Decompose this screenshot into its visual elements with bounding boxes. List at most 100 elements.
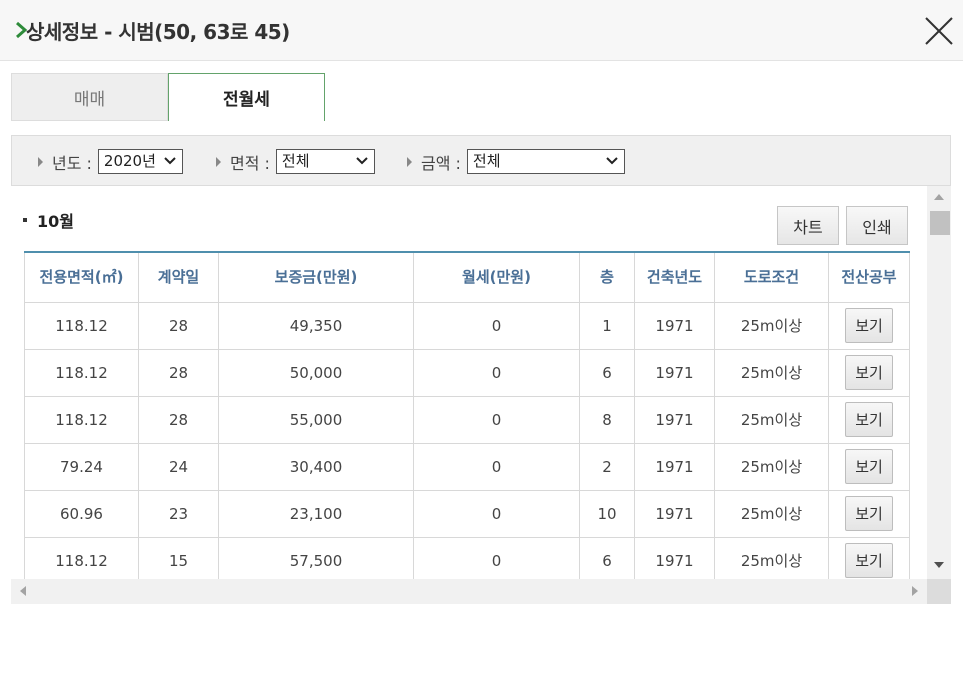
cell-registry: 보기 xyxy=(828,489,910,538)
scroll-thumb[interactable] xyxy=(930,211,950,235)
tab-rent[interactable]: 전월세 xyxy=(168,73,325,121)
cell-area: 118.12 xyxy=(24,348,139,397)
cell-registry: 보기 xyxy=(828,442,910,491)
cell-registry: 보기 xyxy=(828,536,910,579)
cell-registry: 보기 xyxy=(828,301,910,350)
cell-floor: 6 xyxy=(579,348,635,397)
cell-road: 25m이상 xyxy=(714,536,829,579)
cell-contract-day: 24 xyxy=(138,442,219,491)
cell-monthly-rent: 0 xyxy=(413,442,580,491)
month-heading: 10월 xyxy=(23,208,74,232)
view-button[interactable]: 보기 xyxy=(845,355,893,390)
table-row: 79.24 24 30,400 0 2 1971 25m이상 보기 xyxy=(24,442,910,491)
cell-floor: 6 xyxy=(579,536,635,579)
area-filter-label: 면적 : xyxy=(230,153,270,173)
year-select-value: 2020년 xyxy=(103,152,156,170)
triangle-right-icon xyxy=(38,156,43,167)
cell-floor: 8 xyxy=(579,395,635,444)
cell-road: 25m이상 xyxy=(714,348,829,397)
vertical-scrollbar[interactable] xyxy=(927,186,951,579)
cell-deposit: 57,500 xyxy=(218,536,414,579)
cell-contract-day: 23 xyxy=(138,489,219,538)
col-deposit: 보증금(만원) xyxy=(218,251,414,303)
cell-road: 25m이상 xyxy=(714,442,829,491)
col-floor: 층 xyxy=(579,251,635,303)
table-row: 118.12 15 57,500 0 6 1971 25m이상 보기 xyxy=(24,536,910,579)
cell-deposit: 55,000 xyxy=(218,395,414,444)
cell-deposit: 23,100 xyxy=(218,489,414,538)
results-panel[interactable]: 10월 차트 인쇄 전용면적(㎡) 계약일 보증금(만원) 월세(만원) 층 건… xyxy=(11,186,927,579)
cell-built-year: 1971 xyxy=(634,348,715,397)
year-filter-label: 년도 : xyxy=(52,153,92,173)
cell-floor: 2 xyxy=(579,442,635,491)
cell-area: 118.12 xyxy=(24,395,139,444)
cell-area: 79.24 xyxy=(24,442,139,491)
view-button[interactable]: 보기 xyxy=(845,308,893,343)
transaction-table: 전용면적(㎡) 계약일 보증금(만원) 월세(만원) 층 건축년도 도로조건 전… xyxy=(24,251,910,579)
cell-built-year: 1971 xyxy=(634,489,715,538)
area-select-value: 전체 xyxy=(281,152,310,170)
dialog-header: 상세정보 - 시범(50, 63로 45) xyxy=(0,0,963,61)
cell-monthly-rent: 0 xyxy=(413,301,580,350)
cell-monthly-rent: 0 xyxy=(413,489,580,538)
cell-deposit: 50,000 xyxy=(218,348,414,397)
col-monthly-rent: 월세(만원) xyxy=(413,251,580,303)
cell-monthly-rent: 0 xyxy=(413,348,580,397)
cell-registry: 보기 xyxy=(828,395,910,444)
cell-contract-day: 15 xyxy=(138,536,219,579)
cell-area: 118.12 xyxy=(24,536,139,579)
scroll-up-icon[interactable] xyxy=(934,194,944,200)
scroll-right-icon[interactable] xyxy=(912,586,918,596)
print-button[interactable]: 인쇄 xyxy=(846,206,908,245)
cell-deposit: 30,400 xyxy=(218,442,414,491)
col-built-year: 건축년도 xyxy=(634,251,715,303)
area-filter: 면적 : 전체 xyxy=(216,149,375,174)
year-select[interactable]: 2020년 xyxy=(97,149,183,174)
dialog-title: 상세정보 - 시범(50, 63로 45) xyxy=(26,20,290,44)
triangle-right-icon xyxy=(216,156,221,167)
cell-road: 25m이상 xyxy=(714,395,829,444)
cell-area: 118.12 xyxy=(24,301,139,350)
filter-bar: 년도 : 2020년 면적 : 전체 금액 : 전체 xyxy=(11,135,951,186)
triangle-right-icon xyxy=(407,156,412,167)
horizontal-scrollbar[interactable] xyxy=(11,579,927,604)
cell-floor: 10 xyxy=(579,489,635,538)
view-button[interactable]: 보기 xyxy=(845,449,893,484)
cell-deposit: 49,350 xyxy=(218,301,414,350)
view-button[interactable]: 보기 xyxy=(845,543,893,578)
cell-registry: 보기 xyxy=(828,348,910,397)
cell-area: 60.96 xyxy=(24,489,139,538)
cell-contract-day: 28 xyxy=(138,348,219,397)
month-label: 10월 xyxy=(37,212,74,231)
view-button[interactable]: 보기 xyxy=(845,496,893,531)
cell-monthly-rent: 0 xyxy=(413,536,580,579)
col-registry: 전산공부 xyxy=(828,251,910,303)
close-icon[interactable] xyxy=(922,14,956,48)
cell-built-year: 1971 xyxy=(634,301,715,350)
chart-button[interactable]: 차트 xyxy=(777,206,839,245)
cell-built-year: 1971 xyxy=(634,395,715,444)
cell-monthly-rent: 0 xyxy=(413,395,580,444)
table-row: 118.12 28 55,000 0 8 1971 25m이상 보기 xyxy=(24,395,910,444)
cell-road: 25m이상 xyxy=(714,301,829,350)
amount-filter-label: 금액 : xyxy=(421,153,461,173)
cell-contract-day: 28 xyxy=(138,395,219,444)
area-select[interactable]: 전체 xyxy=(275,149,375,174)
chevron-down-icon xyxy=(164,157,176,165)
amount-select[interactable]: 전체 xyxy=(466,149,625,174)
scroll-left-icon[interactable] xyxy=(20,586,26,596)
cell-built-year: 1971 xyxy=(634,442,715,491)
scrollbar-corner xyxy=(927,579,951,604)
table-header-row: 전용면적(㎡) 계약일 보증금(만원) 월세(만원) 층 건축년도 도로조건 전… xyxy=(24,251,910,303)
table-row: 60.96 23 23,100 0 10 1971 25m이상 보기 xyxy=(24,489,910,538)
col-area: 전용면적(㎡) xyxy=(24,251,139,303)
scroll-down-icon[interactable] xyxy=(934,562,944,568)
table-row: 118.12 28 50,000 0 6 1971 25m이상 보기 xyxy=(24,348,910,397)
chevron-down-icon xyxy=(356,157,368,165)
view-button[interactable]: 보기 xyxy=(845,402,893,437)
col-contract-day: 계약일 xyxy=(138,251,219,303)
tab-sale[interactable]: 매매 xyxy=(11,73,168,121)
amount-select-value: 전체 xyxy=(472,152,501,170)
cell-road: 25m이상 xyxy=(714,489,829,538)
cell-contract-day: 28 xyxy=(138,301,219,350)
